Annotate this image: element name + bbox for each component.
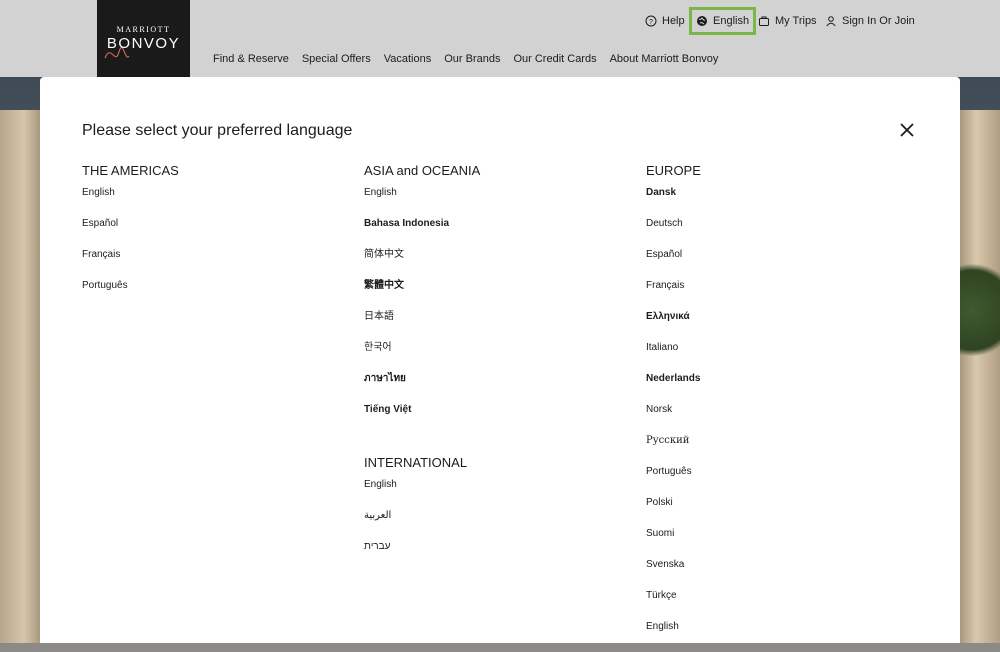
column-americas: THE AMERICAS English Español Français Po… — [82, 163, 179, 311]
lang-asia-traditional-chinese[interactable]: 繁體中文 — [364, 280, 480, 311]
background-pillar-left — [0, 110, 40, 643]
lang-eu-polski[interactable]: Polski — [646, 497, 701, 528]
lang-intl-arabic[interactable]: العربية — [364, 510, 467, 541]
lang-americas-espanol[interactable]: Español — [82, 218, 179, 249]
header-dim-overlay — [0, 0, 1000, 77]
close-icon[interactable] — [898, 121, 916, 139]
lang-intl-hebrew[interactable]: עברית — [364, 541, 467, 572]
lang-eu-greek[interactable]: Ελληνικά — [646, 311, 701, 342]
lang-eu-turkce[interactable]: Türkçe — [646, 590, 701, 621]
lang-eu-english[interactable]: English — [646, 621, 701, 652]
lang-eu-suomi[interactable]: Suomi — [646, 528, 701, 559]
lang-asia-thai[interactable]: ภาษาไทย — [364, 373, 480, 404]
lang-asia-english[interactable]: English — [364, 187, 480, 218]
background-tree — [960, 250, 1000, 370]
lang-asia-bahasa[interactable]: Bahasa Indonesia — [364, 218, 480, 249]
column-asia-oceania: ASIA and OCEANIA English Bahasa Indonesi… — [364, 163, 480, 435]
lang-americas-francais[interactable]: Français — [82, 249, 179, 280]
heading-americas: THE AMERICAS — [82, 163, 179, 178]
lang-asia-vietnamese[interactable]: Tiếng Việt — [364, 404, 480, 435]
lang-eu-italiano[interactable]: Italiano — [646, 342, 701, 373]
lang-asia-simplified-chinese[interactable]: 简体中文 — [364, 249, 480, 280]
column-international: INTERNATIONAL English العربية עברית — [364, 455, 467, 572]
background-pillar-right — [960, 110, 1000, 643]
lang-eu-dansk[interactable]: Dansk — [646, 187, 701, 218]
heading-international: INTERNATIONAL — [364, 455, 468, 470]
lang-eu-portugues[interactable]: Português — [646, 466, 701, 497]
lang-eu-espanol[interactable]: Español — [646, 249, 701, 280]
modal-title: Please select your preferred language — [82, 122, 353, 139]
lang-eu-deutsch[interactable]: Deutsch — [646, 218, 701, 249]
lang-eu-francais[interactable]: Français — [646, 280, 701, 311]
language-modal: Please select your preferred language TH… — [40, 77, 960, 643]
lang-americas-portugues[interactable]: Português — [82, 280, 179, 311]
lang-asia-korean[interactable]: 한국어 — [364, 342, 480, 373]
lang-intl-english[interactable]: English — [364, 479, 467, 510]
lang-eu-svenska[interactable]: Svenska — [646, 559, 701, 590]
lang-eu-russian[interactable]: Русский — [646, 435, 701, 466]
heading-europe: EUROPE — [646, 163, 701, 178]
lang-eu-nederlands[interactable]: Nederlands — [646, 373, 701, 404]
heading-asia-oceania: ASIA and OCEANIA — [364, 163, 481, 178]
lang-asia-japanese[interactable]: 日本語 — [364, 311, 480, 342]
lang-eu-norsk[interactable]: Norsk — [646, 404, 701, 435]
site-header: MARRIOTT BONVOY ? Help English My Trips … — [0, 0, 1000, 77]
lang-americas-english[interactable]: English — [82, 187, 179, 218]
column-europe: EUROPE Dansk Deutsch Español Français Ελ… — [646, 163, 701, 652]
